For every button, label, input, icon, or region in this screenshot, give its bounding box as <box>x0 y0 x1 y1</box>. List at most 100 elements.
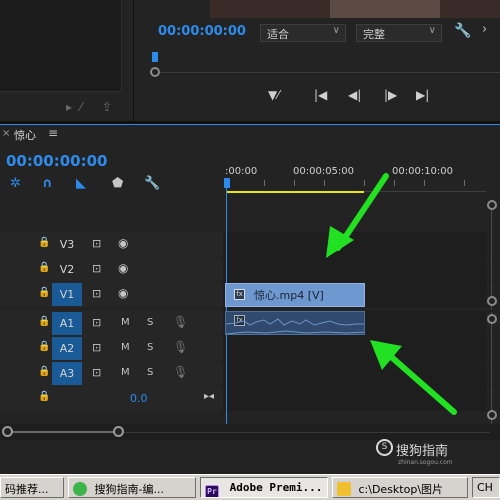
program-playhead[interactable] <box>152 52 158 62</box>
program-monitor <box>136 0 500 122</box>
lock-icon[interactable]: 🔒 <box>38 391 50 402</box>
taskbar-item[interactable]: Pr Adobe Premi... <box>200 477 328 498</box>
wrench-icon[interactable]: 🔧 <box>454 23 471 39</box>
fx-badge-icon: fx <box>234 289 245 300</box>
scrollbar-handle[interactable] <box>487 296 497 306</box>
track-header: 🔒 0.0 ▸◂ <box>0 386 222 411</box>
track-name[interactable]: V2 <box>57 263 77 276</box>
sync-lock-icon[interactable]: ⊡ <box>92 316 101 329</box>
play-icon[interactable]: |▶ <box>384 88 397 102</box>
language-indicator[interactable]: CH <box>472 477 500 498</box>
eye-icon[interactable]: ◉ <box>118 261 128 275</box>
sequence-tab[interactable]: 惊心 <box>14 127 36 143</box>
project-panel-icons[interactable]: ▸⁄ ⇪ <box>66 100 120 114</box>
scrubber-track <box>150 72 500 73</box>
play-back-icon[interactable]: ◀| <box>348 88 361 102</box>
program-timecode[interactable]: 00:00:00:00 <box>158 24 246 39</box>
microphone-icon[interactable]: 🎙 <box>173 340 188 354</box>
timeline-playhead[interactable] <box>224 178 230 188</box>
taskbar-item[interactable]: 码推荐... <box>0 477 64 498</box>
scrollbar-thumb[interactable] <box>8 431 118 433</box>
sync-lock-icon[interactable]: ⊡ <box>92 262 101 275</box>
watermark-url: zhinan.sogou.com <box>398 459 453 466</box>
master-volume-value[interactable]: 0.0 <box>130 392 148 405</box>
track-header: 🔒 V3 ⊡ ◉ <box>0 232 222 257</box>
track-name[interactable]: V1 <box>57 288 77 301</box>
eye-icon[interactable]: ◉ <box>118 236 128 250</box>
step-forward-icon[interactable]: ▶| <box>416 88 429 102</box>
microphone-icon[interactable]: 🎙 <box>173 365 188 379</box>
video-tracks-scrollbar[interactable] <box>486 200 498 310</box>
nest-sequence-icon[interactable]: ✲ <box>10 176 21 191</box>
solo-button[interactable]: S <box>147 317 153 328</box>
quality-select[interactable]: 完整 ∨ <box>356 24 442 42</box>
sync-lock-icon[interactable]: ⊡ <box>92 366 101 379</box>
sync-lock-icon[interactable]: ⊡ <box>92 237 101 250</box>
quality-select-value: 完整 <box>363 28 385 41</box>
lock-icon[interactable]: 🔒 <box>38 316 50 327</box>
zoom-select[interactable]: 适合 ∨ <box>260 24 346 42</box>
snap-icon[interactable]: ∩ <box>42 176 53 191</box>
scrubber-handle[interactable] <box>150 67 160 77</box>
linked-selection-icon[interactable]: ◣ <box>76 176 86 191</box>
watermark-text: 搜狗指南 <box>396 444 449 459</box>
program-scrubber[interactable] <box>150 66 500 78</box>
scrollbar-handle[interactable] <box>487 314 497 324</box>
menu-icon[interactable]: ≡ <box>48 126 58 140</box>
timeline-timecode[interactable]: 00:00:00:00 <box>6 152 108 170</box>
taskbar-item-label: Adobe Premi... <box>229 481 323 494</box>
ruler-label: 00:00:10:00 <box>392 166 454 177</box>
annotation-arrow-icon <box>370 340 457 415</box>
microphone-icon[interactable]: 🎙 <box>173 315 188 329</box>
solo-button[interactable]: S <box>147 342 153 353</box>
mute-button[interactable]: M <box>121 367 130 378</box>
lock-icon[interactable]: 🔒 <box>38 366 50 377</box>
video-clip[interactable]: fx 惊心.mp4 [V] <box>225 283 365 307</box>
browser-icon <box>73 482 87 496</box>
mute-button[interactable]: M <box>121 317 130 328</box>
lock-icon[interactable]: 🔒 <box>38 237 50 248</box>
track-header: 🔒 A3 ⊡ M S 🎙 <box>0 361 222 386</box>
track-name[interactable]: A2 <box>57 342 77 355</box>
timeline-horizontal-scrollbar[interactable] <box>0 424 500 440</box>
lock-icon[interactable]: 🔒 <box>38 287 50 298</box>
track-name[interactable]: V3 <box>57 238 77 251</box>
taskbar: 码推荐... 搜狗指南-编... Pr Adobe Premi... c:\De… <box>0 474 500 500</box>
scrollbar-handle[interactable] <box>487 200 497 210</box>
chevron-right-icon[interactable]: › <box>482 22 487 37</box>
go-to-end-icon[interactable]: ▸◂ <box>204 391 214 402</box>
folder-icon <box>337 482 351 496</box>
track-name[interactable]: A3 <box>57 367 77 380</box>
taskbar-item[interactable]: c:\Desktop\图片 <box>332 477 468 498</box>
lock-icon[interactable]: 🔒 <box>38 262 50 273</box>
scrollbar-handle[interactable] <box>2 426 13 437</box>
add-marker-icon[interactable]: ⬟ <box>112 176 123 191</box>
scrollbar-track <box>491 312 492 424</box>
audio-waveform <box>226 318 364 334</box>
scrollbar-track <box>491 200 492 310</box>
sync-lock-icon[interactable]: ⊡ <box>92 287 101 300</box>
chevron-down-icon: ∨ <box>428 25 436 36</box>
track-header: 🔒 A1 ⊡ M S 🎙 <box>0 311 222 336</box>
sync-lock-icon[interactable]: ⊡ <box>92 341 101 354</box>
scrollbar-handle[interactable] <box>487 410 497 420</box>
wrench-icon[interactable]: 🔧 <box>144 176 160 191</box>
annotation-arrow-icon <box>326 173 389 258</box>
solo-button[interactable]: S <box>147 367 153 378</box>
export-frame-icon[interactable]: ▼⁄ <box>268 88 279 102</box>
mute-button[interactable]: M <box>121 342 130 353</box>
eye-icon[interactable]: ◉ <box>118 286 128 300</box>
taskbar-item-label: 搜狗指南-编... <box>94 483 164 496</box>
lock-icon[interactable]: 🔒 <box>38 341 50 352</box>
close-icon[interactable]: × <box>2 128 10 139</box>
scrollbar-handle[interactable] <box>113 426 124 437</box>
taskbar-item[interactable]: 搜狗指南-编... <box>68 477 196 498</box>
audio-tracks-scrollbar[interactable] <box>486 312 498 424</box>
program-video-preview <box>210 0 500 18</box>
audio-clip[interactable]: fx <box>225 311 365 335</box>
timeline-header <box>0 124 500 146</box>
track-name[interactable]: A1 <box>57 317 77 330</box>
taskbar-item-label: c:\Desktop\图片 <box>358 483 444 496</box>
chevron-down-icon: ∨ <box>332 25 340 36</box>
step-back-icon[interactable]: |◀ <box>314 88 327 102</box>
